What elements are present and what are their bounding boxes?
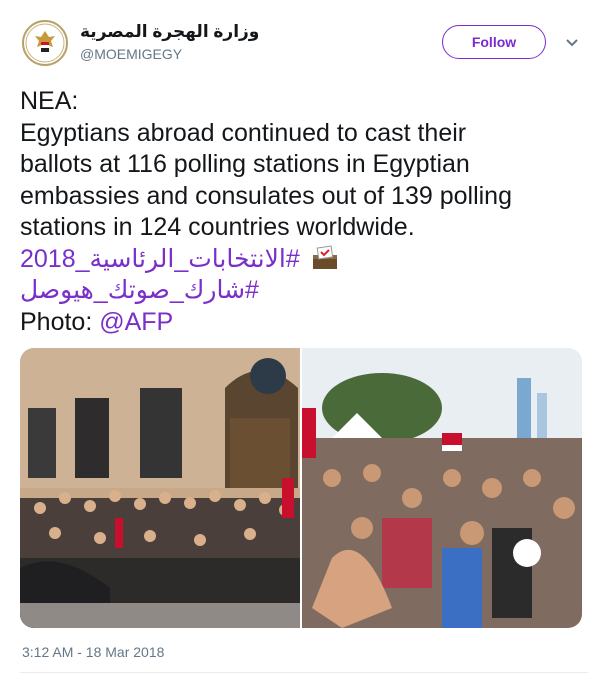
- tweet-text: NEA: Egyptians abroad continued to cast …: [20, 86, 590, 338]
- ballot-box-icon: [312, 245, 337, 269]
- crowd-with-flags-photo: [302, 348, 582, 628]
- mention-afp[interactable]: @AFP: [99, 308, 173, 336]
- tweet-line: embassies and consulates out of 139 poll…: [20, 181, 512, 210]
- avatar[interactable]: [22, 20, 68, 66]
- user-handle[interactable]: @MOEMIGEGY: [80, 46, 182, 62]
- photo-right[interactable]: [302, 348, 582, 628]
- photo-credit-label: Photo:: [20, 307, 100, 336]
- tweet-timestamp[interactable]: 3:12 AM - 18 Mar 2018: [22, 644, 164, 660]
- crowd-outside-embassy-photo: [20, 348, 300, 628]
- tweet-line: Egyptians abroad continued to cast their: [20, 118, 467, 147]
- tweet-line: NEA:: [20, 87, 79, 115]
- hashtag-share-vote[interactable]: #شارك_صوتك_هيوصل: [20, 276, 259, 304]
- follow-button[interactable]: Follow: [442, 25, 546, 59]
- hashtag-elections[interactable]: #الانتخابات_الرئاسية_2018: [20, 245, 300, 273]
- egypt-eagle-emblem-icon: [25, 23, 65, 63]
- divider: [20, 672, 588, 673]
- tweet-line: ballots at 116 polling stations in Egypt…: [20, 150, 470, 178]
- tweet-line: stations in 124 countries worldwide.: [20, 213, 415, 241]
- chevron-down-icon[interactable]: [564, 36, 580, 50]
- photo-left[interactable]: [20, 348, 300, 628]
- display-name[interactable]: وزارة الهجرة المصرية: [80, 22, 259, 42]
